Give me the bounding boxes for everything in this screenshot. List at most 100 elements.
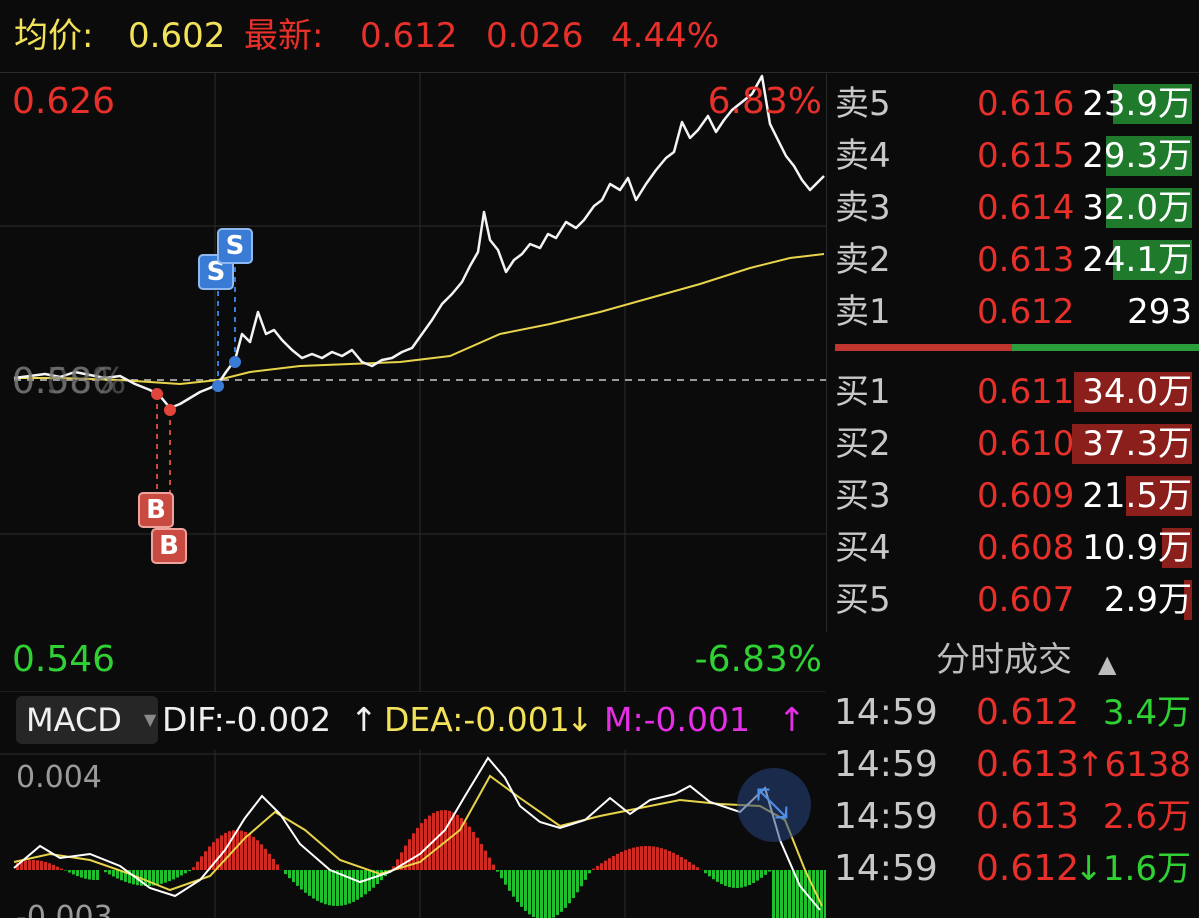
macd-histogram-bar	[776, 870, 779, 918]
order-book: 卖5 0.616 23.9万 卖4 0.615 29.3万 卖3 0.614 32.0万 卖2 0.…	[826, 72, 1199, 632]
macd-histogram-bar	[792, 870, 795, 918]
macd-histogram-bar	[164, 870, 167, 883]
macd-histogram-bar	[172, 870, 175, 880]
macd-histogram-bar	[784, 870, 787, 918]
macd-histogram-bar	[744, 870, 747, 887]
macd-histogram-bar	[68, 870, 71, 873]
trade-row: 14:59 0.613 2.6万	[826, 792, 1199, 844]
macd-histogram-bar	[600, 863, 603, 870]
macd-histogram-bar	[772, 870, 775, 918]
macd-histogram-bar	[536, 870, 539, 918]
macd-histogram-bar	[616, 853, 619, 870]
bid-level-row[interactable]: 买1 0.611 34.0万	[827, 366, 1199, 418]
macd-histogram-bar	[44, 861, 47, 870]
macd-histogram-bar	[800, 870, 803, 918]
macd-histogram-bar	[324, 870, 327, 905]
price-change-pct: 4.44%	[611, 16, 720, 56]
macd-histogram-bar	[156, 870, 159, 885]
pct-low-label: -6.83%	[694, 639, 822, 680]
macd-histogram-bar	[788, 870, 791, 918]
ask-level-volume: 24.1万	[1082, 240, 1192, 280]
macd-histogram-bar	[656, 847, 659, 870]
macd-histogram-bar	[732, 870, 735, 888]
macd-histogram-bar	[680, 857, 683, 870]
macd-chart[interactable]: 0.004 -0.003	[0, 750, 826, 918]
macd-histogram-bar	[268, 853, 271, 870]
bid-level-row[interactable]: 买5 0.607 2.9万	[827, 574, 1199, 626]
sell-marker-2[interactable]: S	[217, 228, 253, 264]
quote-summary-bar: 均价: 0.602 最新: 0.612 0.026 4.44%	[0, 0, 1199, 73]
macd-histogram-bar	[592, 868, 595, 870]
ask-level-volume: 293	[1127, 292, 1192, 332]
macd-histogram-bar	[252, 836, 255, 870]
trade-row: 14:59 0.613 ↑6138	[826, 740, 1199, 792]
macd-histogram-bar	[740, 870, 743, 888]
macd-histogram-bar	[112, 870, 115, 877]
bid-level-row[interactable]: 买2 0.610 37.3万	[827, 418, 1199, 470]
macd-histogram-bar	[756, 870, 759, 881]
macd-histogram-bar	[516, 870, 519, 902]
macd-histogram-bar	[24, 860, 27, 870]
zoom-button[interactable]: ⤡	[737, 768, 811, 842]
macd-histogram-bar	[236, 830, 239, 870]
bid-level-price: 0.607	[977, 580, 1075, 620]
ask-level-row[interactable]: 卖5 0.616 23.9万	[827, 78, 1199, 130]
buy-marker-2[interactable]: B	[151, 528, 187, 564]
trade-price: 0.613	[976, 796, 1080, 837]
macd-histogram-bar	[180, 870, 183, 876]
ask-level-price: 0.615	[977, 136, 1075, 176]
macd-histogram-bar	[56, 866, 59, 870]
indicator-selector-label: MACD	[26, 701, 122, 739]
macd-histogram-bar	[436, 811, 439, 870]
avg-price-label: 均价:	[14, 16, 94, 56]
trade-row: 14:59 0.612 3.4万	[826, 688, 1199, 740]
bid-level-row[interactable]: 买4 0.608 10.9万	[827, 522, 1199, 574]
macd-histogram-bar	[348, 870, 351, 904]
bid-level-label: 买2	[835, 424, 891, 464]
trade-time: 14:59	[834, 744, 938, 785]
buy-marker-1[interactable]: B	[138, 492, 174, 528]
trade-time: 14:59	[834, 796, 938, 837]
macd-histogram-bar	[548, 870, 551, 918]
macd-histogram-bar	[96, 870, 99, 880]
macd-histogram-bar	[692, 864, 695, 870]
macd-histogram-bar	[748, 870, 751, 886]
time-and-sales-title: 分时成交	[936, 640, 1072, 680]
macd-histogram-bar	[588, 870, 591, 874]
price-high-label: 0.626	[12, 81, 116, 122]
ask-level-row[interactable]: 卖3 0.614 32.0万	[827, 182, 1199, 234]
time-and-sales-header[interactable]: 分时成交 ▲	[826, 632, 1199, 686]
ask-level-row[interactable]: 卖1 0.612 293	[827, 286, 1199, 338]
macd-histogram-bar	[472, 831, 475, 870]
macd-histogram-bar	[248, 834, 251, 870]
bid-level-price: 0.609	[977, 476, 1075, 516]
ask-level-row[interactable]: 卖4 0.615 29.3万	[827, 130, 1199, 182]
trade-volume: ↓1.6万	[1074, 849, 1191, 889]
macd-histogram-bar	[480, 843, 483, 870]
bid-level-row[interactable]: 买3 0.609 21.5万	[827, 470, 1199, 522]
ask-level-volume: 23.9万	[1082, 84, 1192, 124]
macd-histogram-bar	[728, 870, 731, 888]
ask-level-price: 0.614	[977, 188, 1075, 228]
prev-close-pct-label: 0.00%	[12, 361, 127, 402]
macd-histogram-bar	[316, 870, 319, 901]
intraday-chart[interactable]: 0.626 6.83% 0.586 0.00% 0.546 -6.83% S S…	[0, 72, 826, 692]
macd-histogram-bar	[712, 870, 715, 880]
macd-histogram-bar	[368, 870, 371, 892]
dif-value: DIF:-0.002	[162, 700, 332, 739]
ask-level-row[interactable]: 卖2 0.613 24.1万	[827, 234, 1199, 286]
macd-histogram-bar	[496, 870, 499, 872]
macd-histogram-bar	[520, 870, 523, 907]
macd-histogram-bar	[708, 870, 711, 877]
macd-histogram-bar	[624, 850, 627, 870]
macd-histogram-bar	[64, 870, 67, 871]
sell-dot-1	[212, 380, 224, 392]
ask-level-label: 卖1	[835, 292, 891, 332]
macd-chart-plot	[0, 750, 826, 918]
bid-level-volume: 2.9万	[1103, 580, 1192, 620]
indicator-selector[interactable]: MACD ▼	[16, 696, 158, 744]
macd-histogram-bar	[84, 870, 87, 879]
macd-histogram-bar	[440, 810, 443, 870]
macd-histogram-bar	[768, 870, 771, 872]
bid-level-price: 0.611	[977, 372, 1075, 412]
